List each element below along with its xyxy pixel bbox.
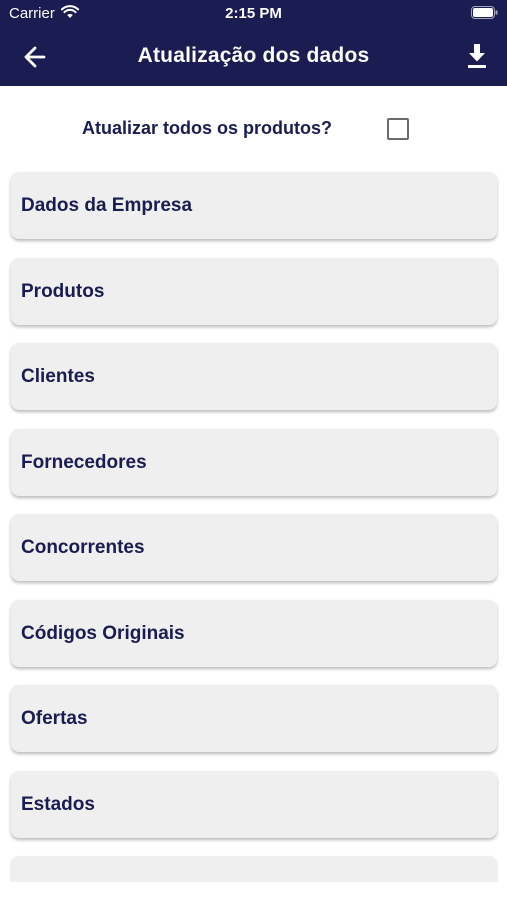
list-item-concorrentes[interactable]: Concorrentes xyxy=(11,514,497,581)
list-item-dados-da-empresa[interactable]: Dados da Empresa xyxy=(11,172,497,239)
page-title: Atualização dos dados xyxy=(137,44,370,67)
list-item-label: Dados da Empresa xyxy=(21,195,193,216)
data-category-list: Dados da Empresa Produtos Clientes Forne… xyxy=(11,172,497,856)
list-item-produtos[interactable]: Produtos xyxy=(11,257,497,325)
list-item-label: Códigos Originais xyxy=(21,622,185,644)
update-all-products-checkbox[interactable] xyxy=(387,118,409,140)
list-item-label: Estados xyxy=(21,793,95,815)
status-time: 2:15 PM xyxy=(225,5,282,22)
update-all-products-label: Atualizar todos os produtos? xyxy=(82,118,332,138)
list-item-label: Ofertas xyxy=(21,708,88,729)
list-item-label: Fornecedores xyxy=(21,451,147,473)
battery-icon xyxy=(471,6,498,23)
app-header: Carrier 2:15 PM Atualização dos dados xyxy=(0,0,507,86)
list-item-label: Produtos xyxy=(21,280,105,302)
bottom-edge xyxy=(0,882,507,900)
list-item-fornecedores[interactable]: Fornecedores xyxy=(11,428,497,496)
list-item-codigos-originais[interactable]: Códigos Originais xyxy=(11,599,497,667)
list-item-label: Clientes xyxy=(21,366,95,387)
status-bar: Carrier 2:15 PM xyxy=(0,0,507,28)
list-item-ofertas[interactable]: Ofertas xyxy=(11,685,497,752)
list-item-clientes[interactable]: Clientes xyxy=(11,343,497,410)
list-item-label: Concorrentes xyxy=(21,537,145,558)
download-icon xyxy=(468,44,486,68)
navigation-bar: Atualização dos dados xyxy=(0,28,507,86)
update-all-products-row: Atualizar todos os produtos? xyxy=(0,114,507,144)
download-button[interactable] xyxy=(465,42,489,70)
list-item-estados[interactable]: Estados xyxy=(11,770,497,838)
